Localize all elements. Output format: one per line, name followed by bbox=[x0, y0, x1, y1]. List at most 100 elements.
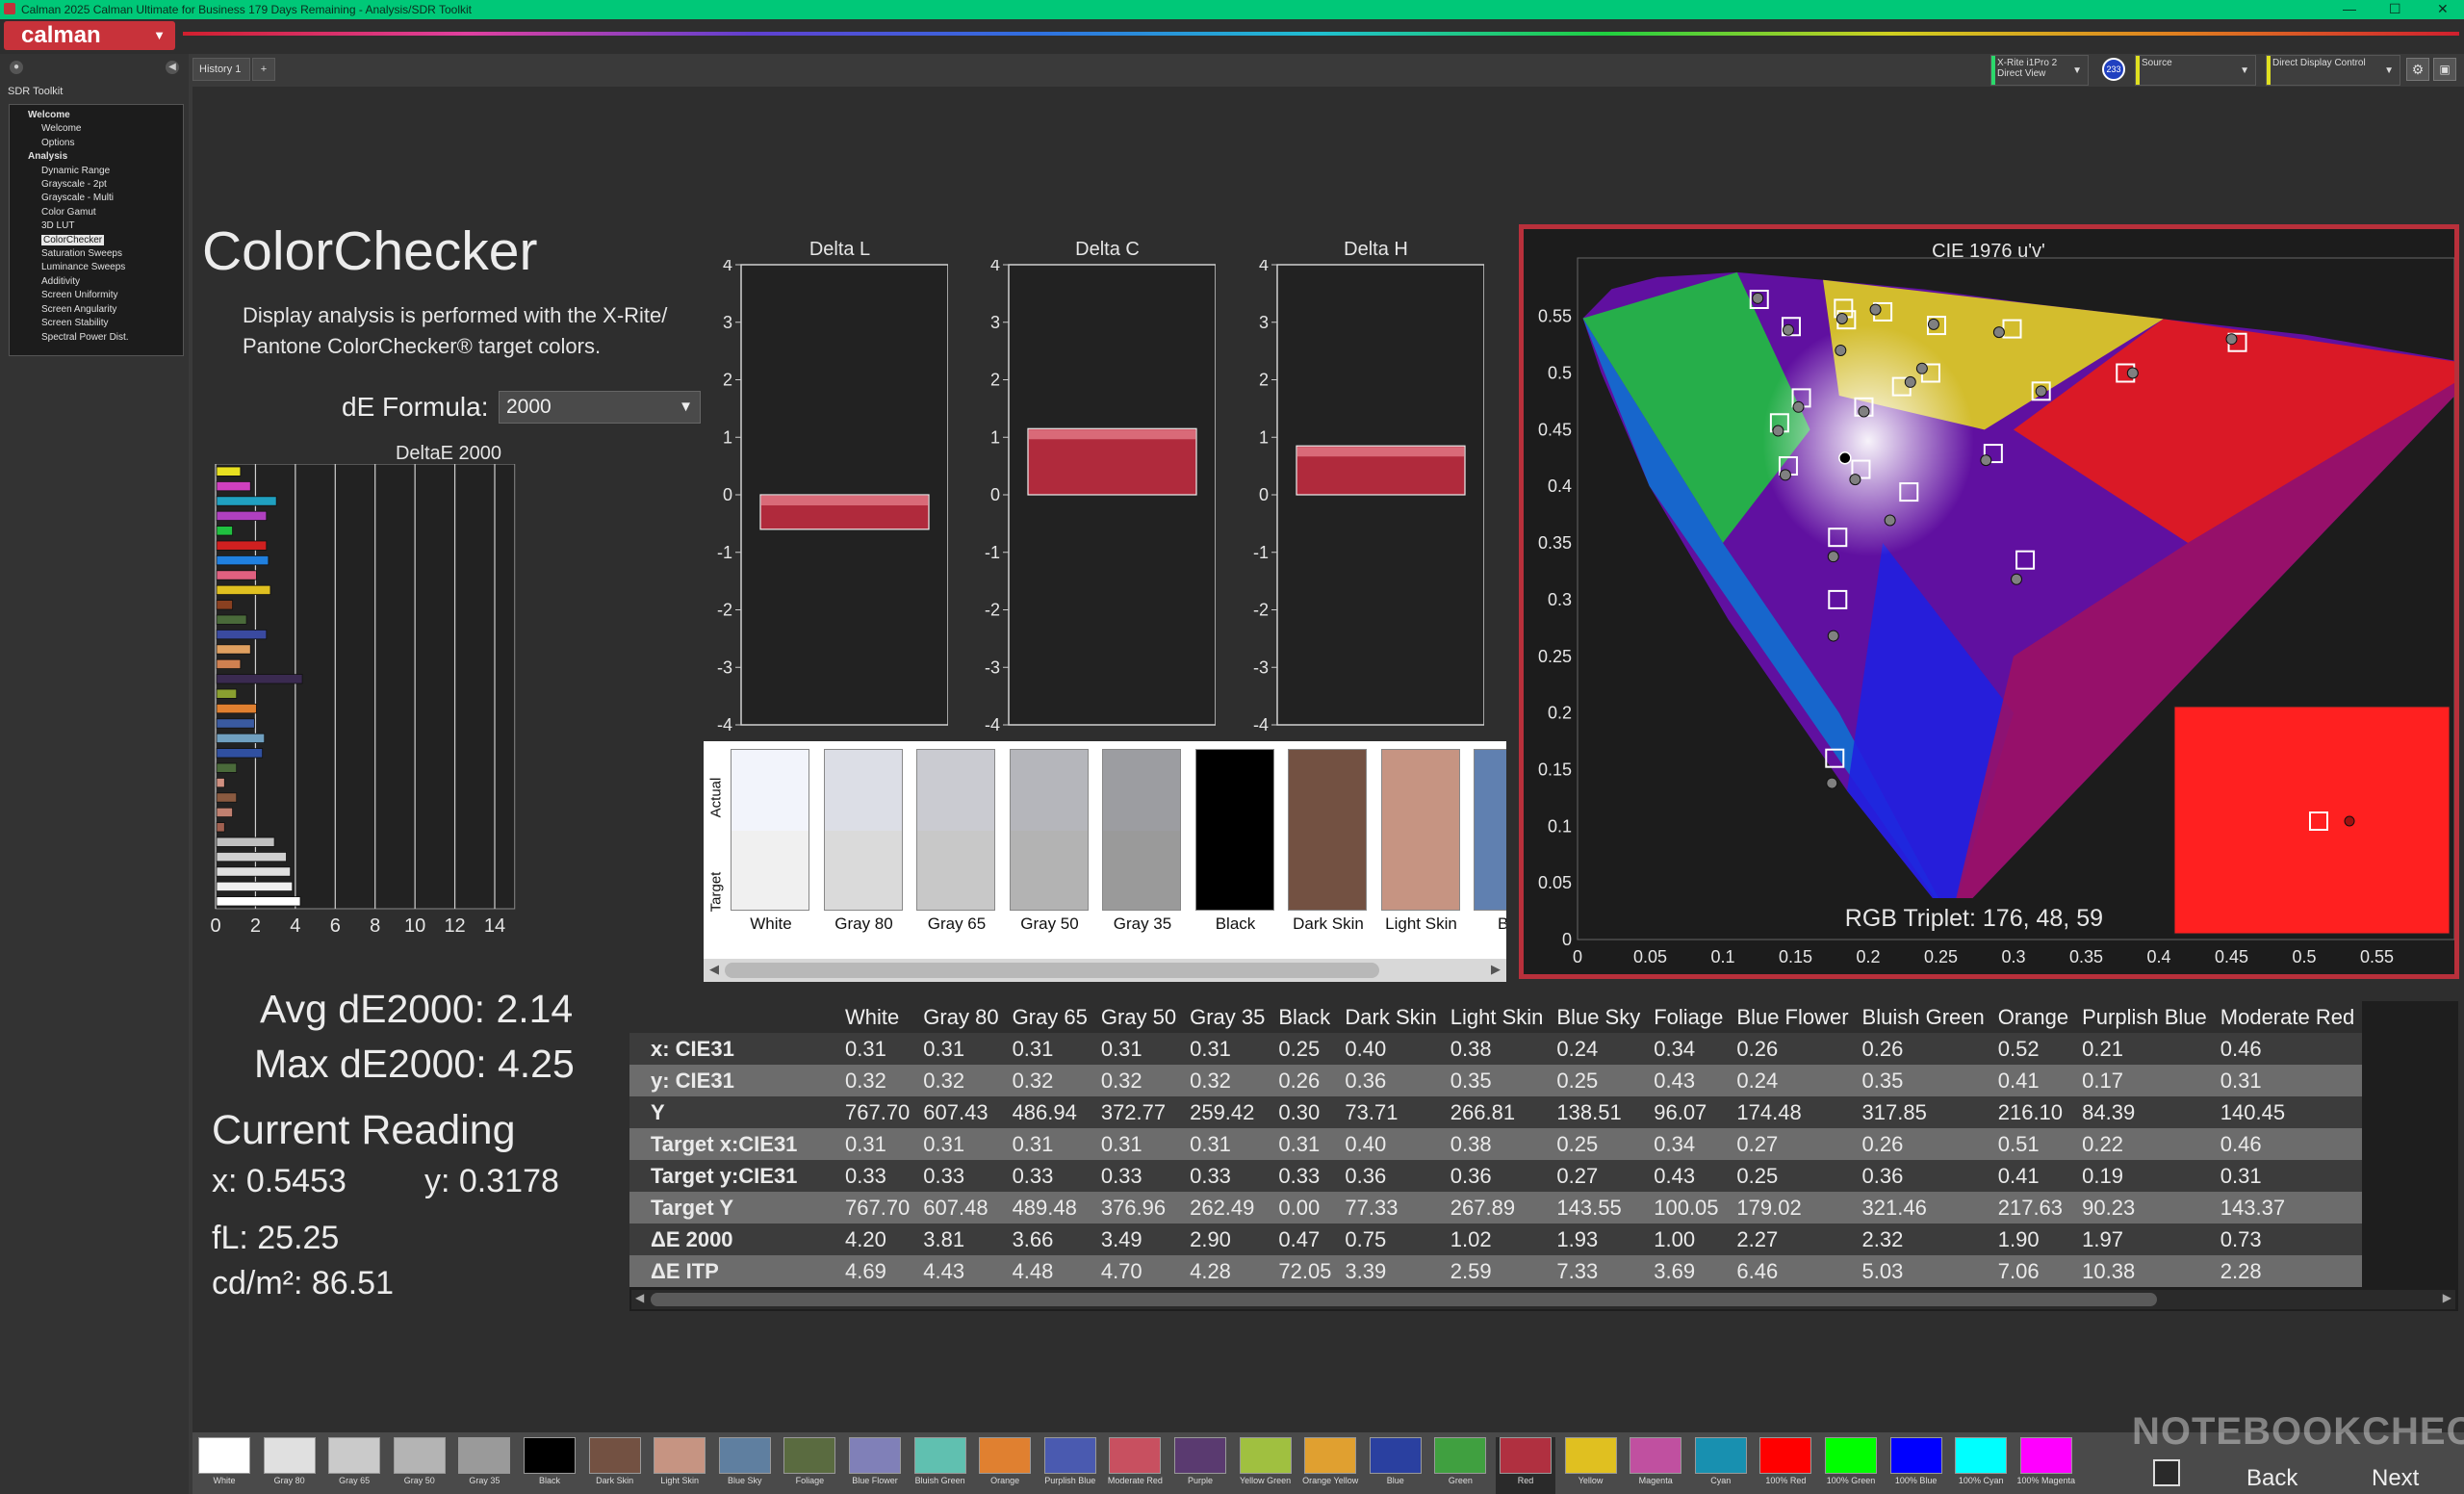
meter-selector[interactable]: X-Rite i1Pro 2 Direct View ▼ bbox=[1990, 55, 2089, 86]
table-cell: 317.85 bbox=[1856, 1096, 1992, 1128]
scroll-right-icon[interactable]: ▶ bbox=[2443, 1291, 2451, 1304]
collapse-sidebar-icon[interactable]: ◀ bbox=[166, 61, 179, 74]
bottom-swatch-moderate-red[interactable]: Moderate Red bbox=[1105, 1437, 1165, 1494]
settings-icon[interactable]: ● bbox=[10, 61, 23, 74]
table-cell: 96.07 bbox=[1648, 1096, 1732, 1128]
layout-icon[interactable]: ▣ bbox=[2433, 58, 2456, 81]
bottom-swatch-red[interactable]: Red bbox=[1496, 1437, 1555, 1494]
bottom-swatch-black[interactable]: Black bbox=[520, 1437, 579, 1494]
scroll-left-icon[interactable]: ◀ bbox=[709, 962, 719, 977]
tree-item-welcome[interactable]: Welcome bbox=[10, 122, 183, 136]
bottom-swatch-100-green[interactable]: 100% Green bbox=[1821, 1437, 1881, 1494]
minimize-button[interactable]: — bbox=[2343, 1, 2356, 16]
bottom-swatch-dark-skin[interactable]: Dark Skin bbox=[585, 1437, 645, 1494]
source-selector[interactable]: Source ▼ bbox=[2135, 55, 2256, 86]
tree-item-analysis[interactable]: Analysis bbox=[10, 150, 183, 164]
tree-item-saturation-sweeps[interactable]: Saturation Sweeps bbox=[10, 247, 183, 261]
bottom-swatch-blue-flower[interactable]: Blue Flower bbox=[845, 1437, 905, 1494]
tree-item-additivity[interactable]: Additivity bbox=[10, 275, 183, 289]
calman-menu-button[interactable]: calman ▼ bbox=[4, 21, 175, 50]
locus-white-point bbox=[1762, 325, 1974, 557]
scroll-thumb[interactable] bbox=[725, 963, 1379, 978]
tree-item-3d-lut[interactable]: 3D LUT bbox=[10, 219, 183, 233]
cie-y-tick: 0.35 bbox=[1538, 533, 1572, 553]
bottom-swatch-100-cyan[interactable]: 100% Cyan bbox=[1951, 1437, 2011, 1494]
tree-item-color-gamut[interactable]: Color Gamut bbox=[10, 206, 183, 219]
bottom-swatch-100-blue[interactable]: 100% Blue bbox=[1886, 1437, 1946, 1494]
bottom-swatch-gray-80[interactable]: Gray 80 bbox=[260, 1437, 320, 1494]
bottom-swatch-green[interactable]: Green bbox=[1430, 1437, 1490, 1494]
delta-tick-label: -1 bbox=[985, 543, 1000, 562]
tree-item-label: Analysis bbox=[28, 151, 68, 163]
deltae-tick-label: 8 bbox=[370, 915, 380, 937]
bottom-swatch-100-magenta[interactable]: 100% Magenta bbox=[2016, 1437, 2076, 1494]
bottom-swatch-blue[interactable]: Blue bbox=[1366, 1437, 1425, 1494]
bottom-swatch-cyan[interactable]: Cyan bbox=[1691, 1437, 1751, 1494]
bottom-swatch-foliage[interactable]: Foliage bbox=[780, 1437, 839, 1494]
bottom-swatch-gray-50[interactable]: Gray 50 bbox=[390, 1437, 449, 1494]
table-cell: 0.35 bbox=[1856, 1065, 1992, 1096]
bottom-swatch-magenta[interactable]: Magenta bbox=[1626, 1437, 1685, 1494]
patch-label: White bbox=[750, 914, 792, 933]
tree-item-spectral-power-dist-[interactable]: Spectral Power Dist. bbox=[10, 331, 183, 345]
tree-item-grayscale-2pt[interactable]: Grayscale - 2pt bbox=[10, 178, 183, 192]
tree-item-screen-angularity[interactable]: Screen Angularity bbox=[10, 303, 183, 317]
de-formula-select[interactable]: 2000 ▼ bbox=[499, 391, 701, 424]
delta-tick-label: -2 bbox=[985, 601, 1000, 620]
deltae-bar bbox=[216, 540, 268, 551]
bottom-swatch-blue-sky[interactable]: Blue Sky bbox=[715, 1437, 775, 1494]
swatch-chip bbox=[1825, 1437, 1877, 1474]
cie-y-tick: 0.05 bbox=[1538, 873, 1572, 892]
back-button[interactable]: Back bbox=[2204, 1463, 2325, 1494]
tree-item-luminance-sweeps[interactable]: Luminance Sweeps bbox=[10, 261, 183, 274]
tab-history-1[interactable]: History 1 bbox=[192, 58, 250, 81]
meter-badge[interactable]: 233 bbox=[2102, 58, 2125, 81]
scroll-right-icon[interactable]: ▶ bbox=[1491, 962, 1501, 977]
bottom-swatch-light-skin[interactable]: Light Skin bbox=[650, 1437, 709, 1494]
tree-item-screen-stability[interactable]: Screen Stability bbox=[10, 317, 183, 330]
bottom-swatch-100-red[interactable]: 100% Red bbox=[1756, 1437, 1815, 1494]
cie-y-tick: 0.1 bbox=[1548, 816, 1572, 836]
swatch-label: 100% Magenta bbox=[2016, 1476, 2076, 1485]
patch-scrollbar[interactable]: ◀ ▶ bbox=[704, 959, 1506, 982]
bottom-swatch-yellow-green[interactable]: Yellow Green bbox=[1236, 1437, 1296, 1494]
deltae-bar bbox=[216, 807, 233, 818]
table-scrollbar[interactable]: ◀ ▶ bbox=[631, 1290, 2455, 1309]
tree-item-colorchecker[interactable]: ColorChecker bbox=[10, 234, 183, 247]
tree-item-options[interactable]: Options bbox=[10, 137, 183, 150]
tree-item-screen-uniformity[interactable]: Screen Uniformity bbox=[10, 289, 183, 302]
table-cell: 2.28 bbox=[2214, 1255, 2363, 1287]
tree-item-grayscale-multi[interactable]: Grayscale - Multi bbox=[10, 192, 183, 205]
delta-c-title: Delta C bbox=[1075, 239, 1140, 260]
bottom-swatch-purplish-blue[interactable]: Purplish Blue bbox=[1040, 1437, 1100, 1494]
table-cell: 0.31 bbox=[1184, 1033, 1273, 1065]
table-column-header: Gray 80 bbox=[917, 1001, 1007, 1033]
display-selector[interactable]: Direct Display Control ▼ bbox=[2266, 55, 2400, 86]
table-row: ΔE ITP 4.69 4.43 4.48 4.70 4.28 72.05 3.39 2.59 7… bbox=[629, 1255, 2363, 1287]
bottom-swatch-orange-yellow[interactable]: Orange Yellow bbox=[1300, 1437, 1360, 1494]
table-row-label: Target Y bbox=[629, 1192, 839, 1224]
tree-item-welcome[interactable]: Welcome bbox=[10, 109, 183, 122]
scroll-left-icon[interactable]: ◀ bbox=[635, 1291, 644, 1304]
table-cell: 0.73 bbox=[2214, 1224, 2363, 1255]
patch-actual bbox=[1475, 750, 1506, 831]
gear-icon[interactable]: ⚙ bbox=[2406, 58, 2429, 81]
bottom-swatch-yellow[interactable]: Yellow bbox=[1561, 1437, 1621, 1494]
add-tab-button[interactable]: + bbox=[252, 58, 275, 81]
cie-y-tick: 0.3 bbox=[1548, 590, 1572, 609]
bottom-swatch-orange[interactable]: Orange bbox=[975, 1437, 1035, 1494]
deltae-chart: 0 2 4 6 8 10 12 14 bbox=[210, 464, 516, 937]
bottom-swatch-purple[interactable]: Purple bbox=[1170, 1437, 1230, 1494]
stop-icon[interactable] bbox=[2153, 1459, 2180, 1486]
next-button[interactable]: Next bbox=[2329, 1463, 2454, 1494]
bottom-swatch-gray-35[interactable]: Gray 35 bbox=[454, 1437, 514, 1494]
swatch-chip bbox=[1434, 1437, 1487, 1474]
close-button[interactable]: ✕ bbox=[2437, 1, 2449, 17]
scroll-thumb[interactable] bbox=[651, 1293, 2157, 1306]
patch-target bbox=[917, 831, 994, 910]
bottom-swatch-bluish-green[interactable]: Bluish Green bbox=[911, 1437, 970, 1494]
maximize-button[interactable]: ☐ bbox=[2389, 1, 2401, 17]
bottom-swatch-gray-65[interactable]: Gray 65 bbox=[324, 1437, 384, 1494]
tree-item-dynamic-range[interactable]: Dynamic Range bbox=[10, 165, 183, 178]
bottom-swatch-white[interactable]: White bbox=[194, 1437, 254, 1494]
